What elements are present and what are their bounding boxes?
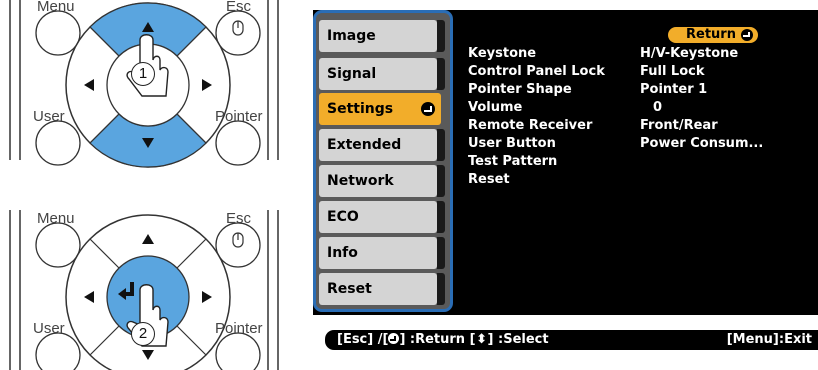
return-label: Return [686, 27, 736, 42]
menu-label: Menu [37, 210, 75, 227]
tab-edge [437, 58, 445, 90]
menu-label: Menu [37, 0, 75, 15]
row-label: Pointer Shape [468, 82, 572, 97]
tab-signal[interactable]: Signal [319, 58, 437, 90]
row-edge [770, 154, 776, 169]
tab-edge [437, 20, 445, 52]
row-label: User Button [468, 136, 556, 151]
row-edge [770, 118, 776, 133]
tab-reset[interactable]: Reset [319, 273, 437, 305]
row-value: H/V-Keystone [640, 46, 739, 61]
step-callout: 1 [131, 62, 155, 86]
row-label: Test Pattern [468, 154, 558, 169]
return-button[interactable]: Return [668, 27, 758, 43]
settings-row-test-pattern[interactable]: Test Pattern [468, 153, 776, 170]
tab-edge [437, 129, 445, 161]
tab-edge [437, 273, 445, 305]
enter-icon [741, 29, 753, 41]
user-button[interactable] [35, 120, 81, 166]
tab-image[interactable]: Image [319, 20, 437, 52]
projector-menu-screen: Image Signal Settings Extended Network E… [313, 10, 818, 315]
tab-eco[interactable]: ECO [319, 201, 437, 233]
row-label: Keystone [468, 46, 537, 61]
status-esc-text: [Esc] /[ [337, 332, 389, 347]
tab-label: Extended [327, 137, 402, 153]
tab-label: Network [327, 173, 394, 189]
tab-label: Image [327, 28, 376, 44]
tab-info[interactable]: Info [319, 237, 437, 269]
row-value: Power Consum... [640, 136, 764, 151]
settings-row-user-button[interactable]: User Button Power Consum... [468, 135, 776, 152]
row-edge [770, 136, 776, 151]
pointer-label: Pointer [215, 108, 263, 125]
tab-settings[interactable]: Settings [319, 93, 441, 125]
status-return-text: ] :Return [ [399, 332, 476, 347]
step-callout: 2 [131, 322, 155, 346]
tab-edge [437, 201, 445, 233]
esc-button[interactable] [215, 222, 261, 268]
row-value: 0 [653, 100, 663, 115]
status-select-text: ] :Select [487, 332, 549, 347]
menu-button[interactable] [35, 222, 81, 268]
tab-label: Reset [327, 281, 372, 297]
user-label: User [33, 320, 65, 337]
row-edge [770, 46, 776, 61]
row-edge [770, 82, 776, 97]
pointer-label: Pointer [215, 320, 263, 337]
esc-label: Esc [226, 210, 252, 227]
tab-extended[interactable]: Extended [319, 129, 437, 161]
remote-pad-drawing [9, 0, 279, 168]
menu-button[interactable] [35, 10, 81, 56]
tab-edge [437, 165, 445, 197]
tab-edge [437, 237, 445, 269]
tab-label: Info [327, 245, 358, 261]
pointer-button[interactable] [215, 332, 261, 370]
settings-row-volume[interactable]: Volume 0 [468, 99, 776, 116]
status-exit-text: [Menu]:Exit [726, 332, 812, 347]
settings-row-remote-receiver[interactable]: Remote Receiver Front/Rear [468, 117, 776, 134]
pointer-button[interactable] [215, 120, 261, 166]
settings-row-pointer-shape[interactable]: Pointer Shape Pointer 1 [468, 81, 776, 98]
esc-label: Esc [226, 0, 252, 15]
row-edge [770, 64, 776, 79]
row-value: Full Lock [640, 64, 705, 79]
status-bar: [Esc] /[ ] :Return [⬍] :Select [Menu]:Exi… [325, 330, 818, 350]
tab-label: ECO [327, 209, 359, 225]
esc-button[interactable] [215, 10, 261, 56]
remote-pad-navigate: Menu Esc User Pointer 1 [0, 0, 300, 180]
tab-label: Signal [327, 66, 377, 82]
tab-network[interactable]: Network [319, 165, 437, 197]
row-label: Reset [468, 172, 510, 187]
enter-icon [388, 333, 400, 344]
row-label: Control Panel Lock [468, 64, 605, 79]
enter-icon [421, 102, 435, 116]
status-hints: [Esc] /[ ] :Return [⬍] :Select [337, 330, 549, 350]
user-button[interactable] [35, 332, 81, 370]
row-edge [770, 172, 776, 187]
row-value: Pointer 1 [640, 82, 708, 97]
row-value: Front/Rear [640, 118, 718, 133]
row-edge [770, 100, 776, 115]
remote-pad-enter: Menu Esc User Pointer 2 [0, 190, 300, 370]
tab-label: Settings [327, 101, 394, 117]
up-down-arrows-icon: ⬍ [476, 332, 487, 347]
settings-row-reset[interactable]: Reset [468, 171, 776, 188]
user-label: User [33, 108, 65, 125]
row-label: Remote Receiver [468, 118, 593, 133]
settings-row-control-panel-lock[interactable]: Control Panel Lock Full Lock [468, 63, 776, 80]
row-label: Volume [468, 100, 523, 115]
settings-row-keystone[interactable]: Keystone H/V-Keystone [468, 45, 776, 62]
